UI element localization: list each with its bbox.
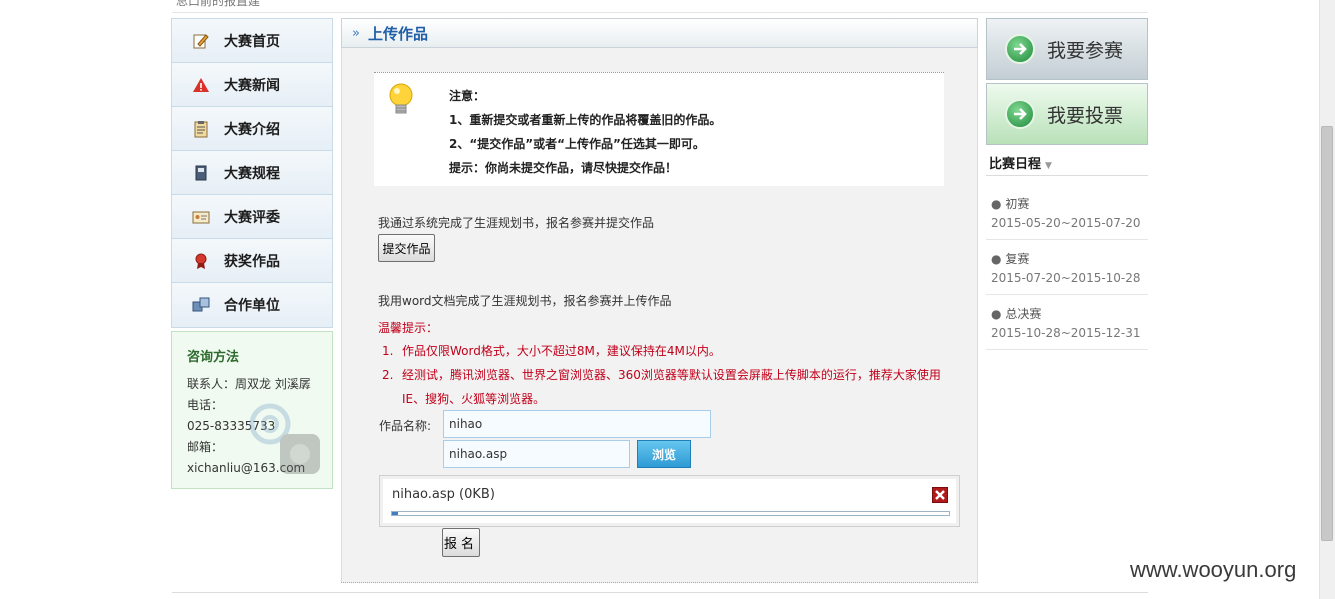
main-body-right-border <box>977 48 978 582</box>
top-cut-text: 总口前的报置建 <box>176 0 261 8</box>
join-contest-label: 我要参赛 <box>1047 39 1124 62</box>
section-header: » 上传作品 <box>341 18 978 48</box>
upload-progress-fill <box>392 512 398 515</box>
sidebar-item-intro[interactable]: 大赛介绍 <box>172 107 332 151</box>
id-card-icon <box>192 208 210 226</box>
bottom-divider <box>172 592 1148 593</box>
vote-button[interactable]: 我要投票 <box>986 83 1148 145</box>
sidebar-item-partners[interactable]: 合作单位 <box>172 283 332 327</box>
sidebar-item-news[interactable]: 大赛新闻 <box>172 63 332 107</box>
schedule-separator <box>986 349 1148 350</box>
bullet-icon: ● <box>991 307 1002 321</box>
word-upload-text: 我用word文档完成了生涯规划书，报名参赛并上传作品 <box>378 294 672 308</box>
arrow-right-icon <box>1005 99 1035 129</box>
schedule-divider <box>986 175 1148 176</box>
schedule-separator <box>986 294 1148 295</box>
watermark: www.wooyun.org <box>1130 557 1297 582</box>
double-chevron-icon: » <box>352 25 360 41</box>
sidebar-item-label: 合作单位 <box>224 298 280 314</box>
consult-panel: 咨询方法 联系人：周双龙 刘溪孱 电话： 025-83335733 邮箱： xi… <box>171 331 333 489</box>
sidebar-item-judges[interactable]: 大赛评委 <box>172 195 332 239</box>
top-divider <box>172 12 1148 13</box>
sidebar-item-label: 大赛规程 <box>224 165 280 182</box>
signup-button[interactable]: 报名 <box>442 528 480 557</box>
award-icon <box>192 252 210 270</box>
sidebar-item-label: 大赛评委 <box>224 209 280 226</box>
partners-icon <box>192 296 210 314</box>
caret-down-icon: ▼ <box>1045 161 1052 171</box>
tip-list: 1. 作品仅限Word格式，大小不超过8M，建议保持在4M以内。 2. 经测试，… <box>382 339 944 411</box>
sidebar-item-rules[interactable]: 大赛规程 <box>172 151 332 195</box>
schedule-separator <box>986 239 1148 240</box>
sidebar-nav: 大赛首页 大赛新闻 大赛介绍 大赛规程 大赛评委 获奖作品 合作单位 <box>171 18 333 328</box>
list-item: ● 总决赛 2015-10-28~2015-12-31 <box>986 304 1148 350</box>
list-item: ● 复赛 2015-07-20~2015-10-28 <box>986 249 1148 295</box>
scrollbar-thumb[interactable] <box>1321 126 1333 541</box>
system-submit-text: 我通过系统完成了生涯规划书，报名参赛并提交作品 <box>378 216 655 230</box>
page-title: 上传作品 <box>367 24 428 43</box>
consult-title: 咨询方法 <box>187 350 240 365</box>
sidebar-item-home[interactable]: 大赛首页 <box>172 19 332 63</box>
schedule-date: 2015-07-20~2015-10-28 <box>991 271 1141 285</box>
lightbulb-icon <box>389 83 413 114</box>
warning-icon <box>192 76 210 94</box>
clipboard-icon <box>192 120 210 138</box>
list-item: 2. 经测试，腾讯浏览器、世界之窗浏览器、360浏览器等默认设置会屏蔽上传脚本的… <box>382 368 941 406</box>
upload-progress-bar <box>391 511 950 516</box>
work-name-input[interactable]: nihao <box>443 410 711 438</box>
sidebar-item-label: 大赛介绍 <box>224 121 280 138</box>
vote-label: 我要投票 <box>1047 104 1124 127</box>
browse-button[interactable]: 浏览 <box>637 440 691 468</box>
notice-title: 注意： <box>449 89 486 103</box>
sidebar-item-label: 获奖作品 <box>224 253 280 270</box>
edit-icon <box>192 32 210 50</box>
submit-work-button[interactable]: 提交作品 <box>378 234 435 262</box>
notice-text: 注意： 1、重新提交或者重新上传的作品将覆盖旧的作品。 2、“提交作品”或者“上… <box>449 84 721 180</box>
main-body-left-border <box>341 48 342 582</box>
sidebar-item-awards[interactable]: 获奖作品 <box>172 239 332 283</box>
phone-illustration-icon <box>249 403 320 474</box>
notice-hint: 提示：你尚未提交作品，请尽快提交作品！ <box>449 161 678 175</box>
file-path-input[interactable]: nihao.asp <box>443 440 630 468</box>
bullet-icon: ● <box>991 197 1002 211</box>
consult-contact: 联系人：周双龙 刘溪孱 <box>187 377 311 391</box>
list-item: ● 初赛 2015-05-20~2015-07-20 <box>986 194 1148 240</box>
notice-line: 1、重新提交或者重新上传的作品将覆盖旧的作品。 <box>449 113 722 127</box>
schedule-date: 2015-10-28~2015-12-31 <box>991 326 1141 340</box>
tip-title: 温馨提示： <box>378 321 439 335</box>
bullet-icon: ● <box>991 252 1002 266</box>
work-name-label: 作品名称: <box>379 419 432 433</box>
book-icon <box>192 164 210 182</box>
sidebar-item-label: 大赛新闻 <box>224 77 280 94</box>
schedule-stage: 复赛 <box>1005 252 1030 266</box>
notice-line: 2、“提交作品”或者“上传作品”任选其一即可。 <box>449 137 705 151</box>
arrow-right-icon <box>1005 34 1035 64</box>
list-item: 1. 作品仅限Word格式，大小不超过8M，建议保持在4M以内。 <box>382 344 721 358</box>
schedule-date: 2015-05-20~2015-07-20 <box>991 216 1141 230</box>
join-contest-button[interactable]: 我要参赛 <box>986 18 1148 80</box>
close-icon[interactable] <box>932 487 948 503</box>
upload-file-name: nihao.asp (0KB) <box>392 487 495 502</box>
schedule-stage: 总决赛 <box>1005 307 1042 321</box>
schedule-title: 比赛日程 ▼ <box>989 157 1052 172</box>
sidebar-item-label: 大赛首页 <box>224 33 280 50</box>
schedule-stage: 初赛 <box>1005 197 1030 211</box>
